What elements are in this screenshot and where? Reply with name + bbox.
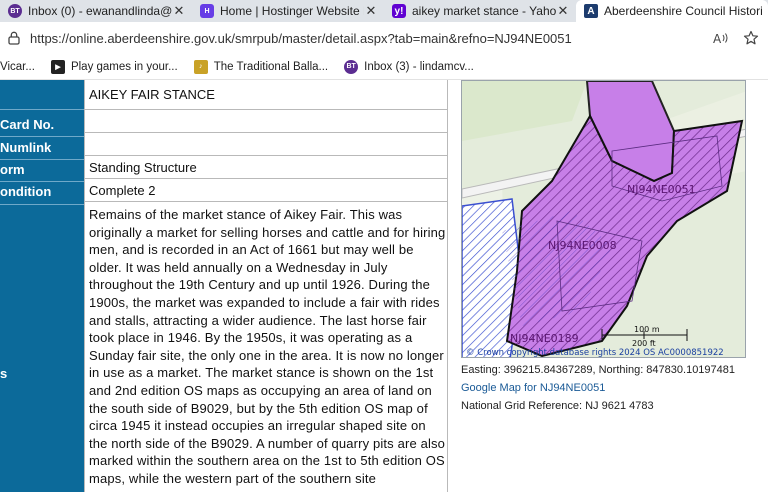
label-description: s [0,366,8,381]
bookmark-inbox[interactable]: BT Inbox (3) - lindamcv... [344,59,474,74]
google-map-link[interactable]: Google Map for NJ94NE0051 [461,382,605,394]
bt-icon: BT [8,4,22,18]
tab-title: Aberdeenshire Council Historic Env [604,4,762,18]
label-form: orm [0,162,25,177]
tab-hostinger[interactable]: H Home | Hostinger Website Builder ✕ [192,0,384,22]
close-icon[interactable]: ✕ [556,3,570,19]
card-no-value [85,110,447,133]
scale-metres: 100 m [634,325,660,334]
address-bar: https://online.aberdeenshire.gov.uk/smrp… [0,22,768,54]
read-aloud-icon[interactable]: A [710,27,732,49]
bookmark-label: The Traditional Balla... [213,60,329,73]
bookmark-label: Inbox (3) - lindamcv... [364,60,474,73]
bookmarks-bar: Vicar... ▶ Play games in your... ♪ The T… [0,54,768,80]
bookmark-traditional-ballads[interactable]: ♪ The Traditional Balla... [193,59,329,74]
label-separator [0,109,84,110]
site-name: AIKEY FAIR STANCE [85,80,447,110]
condition-value: Complete 2 [85,179,447,202]
tab-strip: BT Inbox (0) - ewanandlinda@btinter ✕ H … [0,0,768,22]
tab-yahoo[interactable]: y! aikey market stance - Yahoo Search ✕ [384,0,576,22]
tab-title: Home | Hostinger Website Builder [220,4,364,18]
tab-inbox[interactable]: BT Inbox (0) - ewanandlinda@btinter ✕ [0,0,192,22]
label-separator [0,136,84,137]
games-icon: ▶ [50,59,65,74]
yahoo-icon: y! [392,4,406,18]
bookmark-vicar[interactable]: Vicar... [0,61,35,73]
label-separator [0,159,84,160]
map-copyright: © Crown copyright database rights 2024 O… [466,348,724,358]
grid-reference: National Grid Reference: NJ 9621 4783 [461,400,654,412]
easting-northing: Easting: 396215.84367289, Northing: 8478… [461,364,736,376]
aberdeenshire-icon: A [584,4,598,18]
map-label-nj94ne0189[interactable]: NJ94NE0189 [510,332,579,345]
map-graphic: NJ94NE0051 NJ94NE0008 NJ94NE0189 100 m 2… [462,81,745,358]
close-icon[interactable]: ✕ [364,3,378,19]
label-separator [0,204,84,205]
lock-icon[interactable] [6,30,22,46]
map-label-nj94ne0008[interactable]: NJ94NE0008 [548,239,617,252]
map-label-nj94ne0051[interactable]: NJ94NE0051 [627,183,696,196]
bookmark-play-games[interactable]: ▶ Play games in your... [50,59,178,74]
tab-title: aikey market stance - Yahoo Search [412,4,556,18]
label-card-no: Card No. [0,117,55,132]
description-text: Remains of the market stance of Aikey Fa… [89,207,446,486]
svg-text:A: A [713,32,722,45]
label-separator [0,181,84,182]
tab-aberdeenshire[interactable]: A Aberdeenshire Council Historic Env [576,0,768,22]
url-field[interactable]: https://online.aberdeenshire.gov.uk/smrp… [30,31,702,46]
scale-feet: 200 ft [632,339,656,348]
bookmark-label: Vicar... [0,60,35,73]
field-label-column: Card No. Numlink orm ondition s [0,80,84,492]
site-map[interactable]: NJ94NE0051 NJ94NE0008 NJ94NE0189 100 m 2… [461,80,746,358]
field-value-column: AIKEY FAIR STANCE Standing Structure Com… [84,80,448,492]
form-value: Standing Structure [85,156,447,179]
label-condition: ondition [0,184,52,199]
record-detail: Card No. Numlink orm ondition s AIKEY FA… [0,80,768,492]
label-numlink: Numlink [0,140,52,155]
hostinger-icon: H [200,4,214,18]
ballads-icon: ♪ [193,59,208,74]
tab-title: Inbox (0) - ewanandlinda@btinter [28,4,172,18]
bt-icon: BT [344,59,359,74]
numlink-value [85,133,447,156]
favorite-star-icon[interactable] [740,27,762,49]
close-icon[interactable]: ✕ [172,3,186,19]
bookmark-label: Play games in your... [70,60,178,73]
